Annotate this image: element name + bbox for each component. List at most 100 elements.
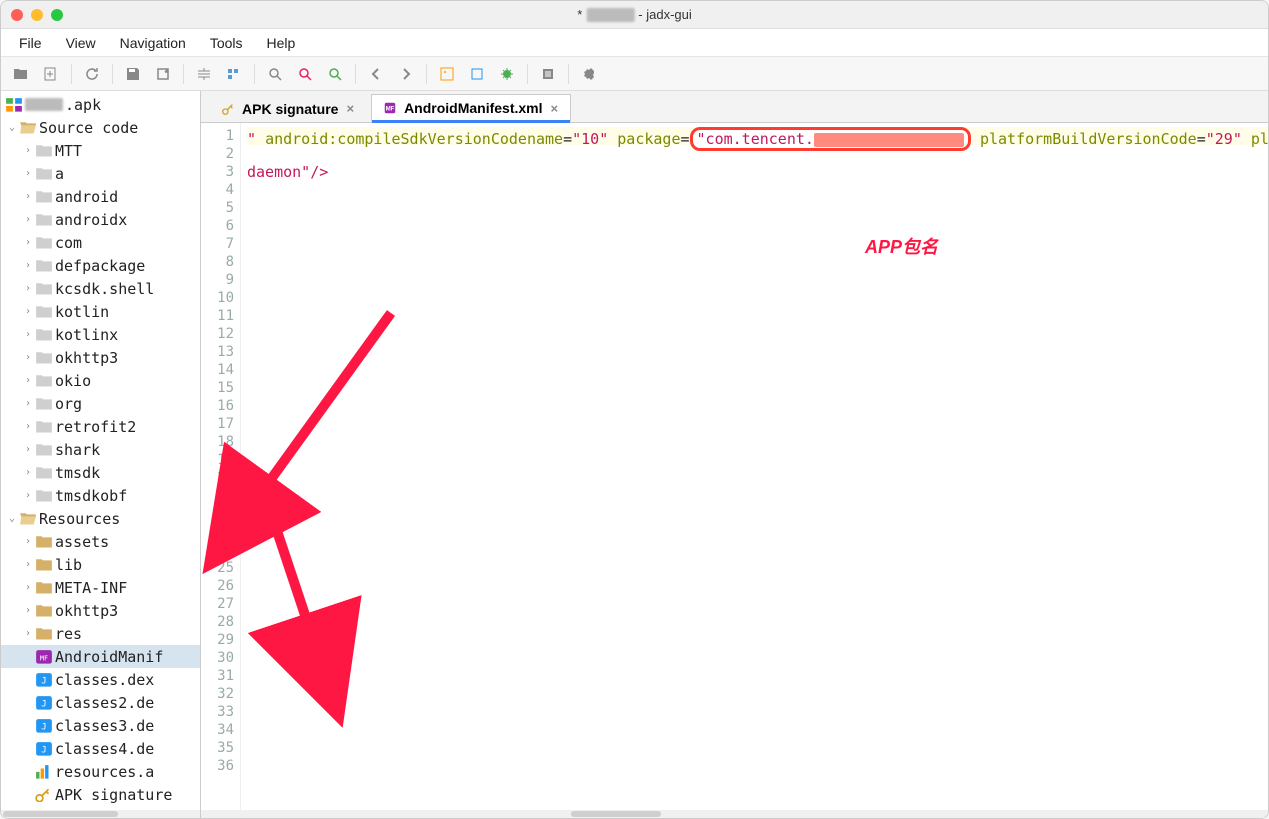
add-files-button[interactable]: [37, 60, 65, 88]
tree-label: org: [55, 395, 82, 413]
svg-text:J: J: [41, 699, 46, 709]
tree-package-androidx[interactable]: ›androidx: [1, 208, 200, 231]
tree-caret[interactable]: ›: [21, 237, 35, 248]
tree-caret[interactable]: ›: [21, 421, 35, 432]
package-icon: [35, 419, 53, 435]
reload-button[interactable]: [78, 60, 106, 88]
tree-package-kotlin[interactable]: ›kotlin: [1, 300, 200, 323]
tree-file-classes4-dex[interactable]: Jclasses4.de: [1, 737, 200, 760]
tree-caret[interactable]: ⌄: [5, 122, 19, 133]
flatten-button[interactable]: [220, 60, 248, 88]
tree-caret[interactable]: ›: [21, 582, 35, 593]
tree-label: com: [55, 234, 82, 252]
menubar: File View Navigation Tools Help: [1, 29, 1268, 57]
tree-label: kotlinx: [55, 326, 118, 344]
tree-package-tmsdkobf[interactable]: ›tmsdkobf: [1, 484, 200, 507]
save-button[interactable]: [119, 60, 147, 88]
tree-package-okhttp3[interactable]: ›okhttp3: [1, 346, 200, 369]
tree-package-org[interactable]: › org: [1, 392, 200, 415]
tree-label: okio: [55, 372, 91, 390]
sync-button[interactable]: [190, 60, 218, 88]
menu-help[interactable]: Help: [257, 31, 306, 55]
tree-caret[interactable]: ›: [21, 490, 35, 501]
tree-caret[interactable]: ›: [21, 283, 35, 294]
tree-caret[interactable]: ›: [21, 306, 35, 317]
debug-button[interactable]: [493, 60, 521, 88]
tree-package-kcsdk.shell[interactable]: ›kcsdk.shell: [1, 277, 200, 300]
tree-caret[interactable]: ›: [21, 398, 35, 409]
deobfuscate-button[interactable]: [463, 60, 491, 88]
tree-caret[interactable]: ›: [21, 260, 35, 271]
tree-caret[interactable]: ›: [21, 352, 35, 363]
tree-file-APK signature[interactable]: APK signature: [1, 783, 200, 806]
tree-package-defpackage[interactable]: ›defpackage: [1, 254, 200, 277]
log-button[interactable]: [534, 60, 562, 88]
tree-caret[interactable]: ⌄: [5, 513, 19, 524]
menu-view[interactable]: View: [56, 31, 106, 55]
maximize-window-button[interactable]: [51, 9, 63, 21]
tree-package-retrofit2[interactable]: ›retrofit2: [1, 415, 200, 438]
tab-android-manifest[interactable]: MF AndroidManifest.xml ×: [371, 94, 571, 122]
tree-package-android[interactable]: ›android: [1, 185, 200, 208]
tree-caret[interactable]: ›: [21, 605, 35, 616]
tree-file-classes2-dex[interactable]: Jclasses2.de: [1, 691, 200, 714]
search-text-button[interactable]: [321, 60, 349, 88]
svg-text:J: J: [41, 745, 46, 755]
tab-close-button[interactable]: ×: [549, 101, 561, 116]
tree-package-MTT[interactable]: ›MTT: [1, 139, 200, 162]
tree-folder-META-INF[interactable]: ›META-INF: [1, 576, 200, 599]
tree-package-kotlinx[interactable]: › kotlinx: [1, 323, 200, 346]
tree-caret[interactable]: ›: [21, 628, 35, 639]
tree-folder-res[interactable]: ›res: [1, 622, 200, 645]
back-button[interactable]: [362, 60, 390, 88]
open-file-button[interactable]: [7, 60, 35, 88]
tree-source-code[interactable]: ⌄Source code: [1, 116, 200, 139]
tree-root[interactable]: .apk: [1, 93, 200, 116]
forward-button[interactable]: [392, 60, 420, 88]
tree-package-shark[interactable]: ›shark: [1, 438, 200, 461]
tab-apk-signature[interactable]: APK signature ×: [209, 94, 367, 122]
tree-caret[interactable]: ›: [21, 214, 35, 225]
quark-button[interactable]: [433, 60, 461, 88]
tree-package-tmsdk[interactable]: › tmsdk: [1, 461, 200, 484]
tree-package-a[interactable]: ›a: [1, 162, 200, 185]
search-button[interactable]: [261, 60, 289, 88]
tree-file-classes-dex[interactable]: Jclasses.dex: [1, 668, 200, 691]
code-editor[interactable]: 1234567891011121314151617181920212223242…: [201, 123, 1268, 818]
tree-folder-okhttp3[interactable]: › okhttp3: [1, 599, 200, 622]
menu-tools[interactable]: Tools: [200, 31, 253, 55]
tree-package-okio[interactable]: › okio: [1, 369, 200, 392]
editor-scrollbar-h[interactable]: [201, 810, 1268, 818]
tree-label: tmsdk: [55, 464, 100, 482]
app-window: * - jadx-gui File View Navigation Tools …: [0, 0, 1269, 819]
tree-file-classes3-dex[interactable]: Jclasses3.de: [1, 714, 200, 737]
project-tree-panel[interactable]: .apk⌄Source code›MTT›a›android›androidx›…: [1, 91, 201, 818]
tree-resources[interactable]: ⌄Resources: [1, 507, 200, 530]
close-window-button[interactable]: [11, 9, 23, 21]
tab-close-button[interactable]: ×: [344, 101, 356, 116]
sidebar-scrollbar[interactable]: [1, 810, 200, 818]
tree-caret[interactable]: ›: [21, 168, 35, 179]
tree-file-resources-arsc[interactable]: resources.a: [1, 760, 200, 783]
menu-file[interactable]: File: [9, 31, 52, 55]
tree-file-AndroidManifest[interactable]: MFAndroidManif: [1, 645, 200, 668]
minimize-window-button[interactable]: [31, 9, 43, 21]
tree-folder-lib[interactable]: ›lib: [1, 553, 200, 576]
svg-text:J: J: [41, 676, 46, 686]
tree-folder-assets[interactable]: ›assets: [1, 530, 200, 553]
tree-caret[interactable]: ›: [21, 145, 35, 156]
tree-label: okhttp3: [55, 602, 118, 620]
tree-caret[interactable]: ›: [21, 444, 35, 455]
export-button[interactable]: [149, 60, 177, 88]
tree-caret[interactable]: ›: [21, 329, 35, 340]
menu-navigation[interactable]: Navigation: [110, 31, 196, 55]
tree-caret[interactable]: ›: [21, 375, 35, 386]
code-content[interactable]: " android:compileSdkVersionCodename="10"…: [241, 123, 1268, 818]
tree-caret[interactable]: ›: [21, 467, 35, 478]
tree-package-com[interactable]: › com: [1, 231, 200, 254]
search-class-button[interactable]: [291, 60, 319, 88]
tree-caret[interactable]: ›: [21, 536, 35, 547]
settings-button[interactable]: [575, 60, 603, 88]
tree-caret[interactable]: ›: [21, 191, 35, 202]
tree-caret[interactable]: ›: [21, 559, 35, 570]
